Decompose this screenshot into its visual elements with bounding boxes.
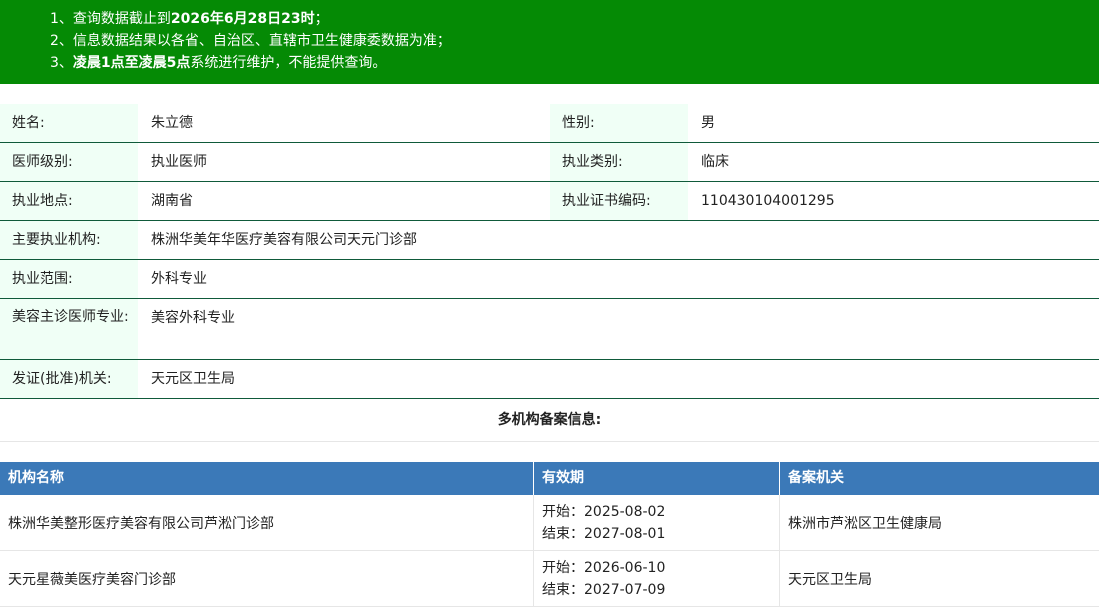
category-value: 临床 <box>701 154 729 170</box>
multi-org-title: 多机构备案信息: <box>0 399 1099 442</box>
name-value: 朱立德 <box>151 115 193 131</box>
row-org-name: 株洲华美整形医疗美容有限公司芦淞门诊部 <box>0 495 534 550</box>
notice-line-2: 2、信息数据结果以各省、自治区、直辖市卫生健康委数据为准； <box>50 33 451 49</box>
beauty-value: 美容外科专业 <box>151 310 235 326</box>
notice-line-1: 1、查询数据截止到2026年6月28日23时； <box>50 11 329 27</box>
table-row: 株洲华美整形医疗美容有限公司芦淞门诊部 开始：2025-08-02 结束：202… <box>0 495 1099 551</box>
row-org-name: 天元星薇美医疗美容门诊部 <box>0 551 534 606</box>
level-label: 医师级别: <box>0 143 138 181</box>
row-validity: 开始：2026-06-10 结束：2027-07-09 <box>534 551 780 606</box>
issuer-label: 发证(批准)机关: <box>0 360 138 398</box>
gender-value: 男 <box>701 115 715 131</box>
validity-end: 结束：2027-08-01 <box>542 526 666 542</box>
row-name-gender: 姓名: 朱立德 性别: 男 <box>0 104 1099 143</box>
row-scope: 执业范围: 外科专业 <box>0 260 1099 299</box>
table-row: 天元星薇美医疗美容门诊部 开始：2026-06-10 结束：2027-07-09… <box>0 551 1099 607</box>
multi-org-table: 机构名称 有效期 备案机关 株洲华美整形医疗美容有限公司芦淞门诊部 开始：202… <box>0 462 1099 607</box>
cert-label: 执业证书编码: <box>550 182 688 220</box>
beauty-label: 美容主诊医师专业: <box>0 299 138 359</box>
notice-banner: 1、查询数据截止到2026年6月28日23时； 2、信息数据结果以各省、自治区、… <box>0 0 1099 84</box>
row-validity: 开始：2025-08-02 结束：2027-08-01 <box>534 495 780 550</box>
location-label: 执业地点: <box>0 182 138 220</box>
row-level-category: 医师级别: 执业医师 执业类别: 临床 <box>0 143 1099 182</box>
header-validity: 有效期 <box>534 462 780 495</box>
validity-start: 开始：2026-06-10 <box>542 560 666 576</box>
row-issuer: 发证(批准)机关: 天元区卫生局 <box>0 360 1099 399</box>
table-header: 机构名称 有效期 备案机关 <box>0 462 1099 495</box>
row-authority: 天元区卫生局 <box>788 571 872 588</box>
level-value: 执业医师 <box>151 154 207 170</box>
org-label: 主要执业机构: <box>0 221 138 259</box>
gender-label: 性别: <box>550 104 688 142</box>
doctor-info-table: 姓名: 朱立德 性别: 男 医师级别: 执业医师 执业类别: 临床 执业地点: … <box>0 104 1099 442</box>
notice-line-3: 3、凌晨1点至凌晨5点系统进行维护，不能提供查询。 <box>50 55 387 71</box>
row-location-cert: 执业地点: 湖南省 执业证书编码: 110430104001295 <box>0 182 1099 221</box>
validity-start: 开始：2025-08-02 <box>542 504 666 520</box>
row-beauty: 美容主诊医师专业: 美容外科专业 <box>0 299 1099 360</box>
scope-label: 执业范围: <box>0 260 138 298</box>
issuer-value: 天元区卫生局 <box>151 371 235 387</box>
header-authority: 备案机关 <box>788 470 844 486</box>
cert-value: 110430104001295 <box>701 193 835 209</box>
location-value: 湖南省 <box>151 193 193 209</box>
category-label: 执业类别: <box>550 143 688 181</box>
name-label: 姓名: <box>0 104 138 142</box>
header-org-name: 机构名称 <box>0 462 534 495</box>
org-value: 株洲华美年华医疗美容有限公司天元门诊部 <box>151 232 417 248</box>
row-org: 主要执业机构: 株洲华美年华医疗美容有限公司天元门诊部 <box>0 221 1099 260</box>
row-authority: 株洲市芦淞区卫生健康局 <box>788 515 942 532</box>
scope-value: 外科专业 <box>151 271 207 287</box>
validity-end: 结束：2027-07-09 <box>542 582 666 598</box>
